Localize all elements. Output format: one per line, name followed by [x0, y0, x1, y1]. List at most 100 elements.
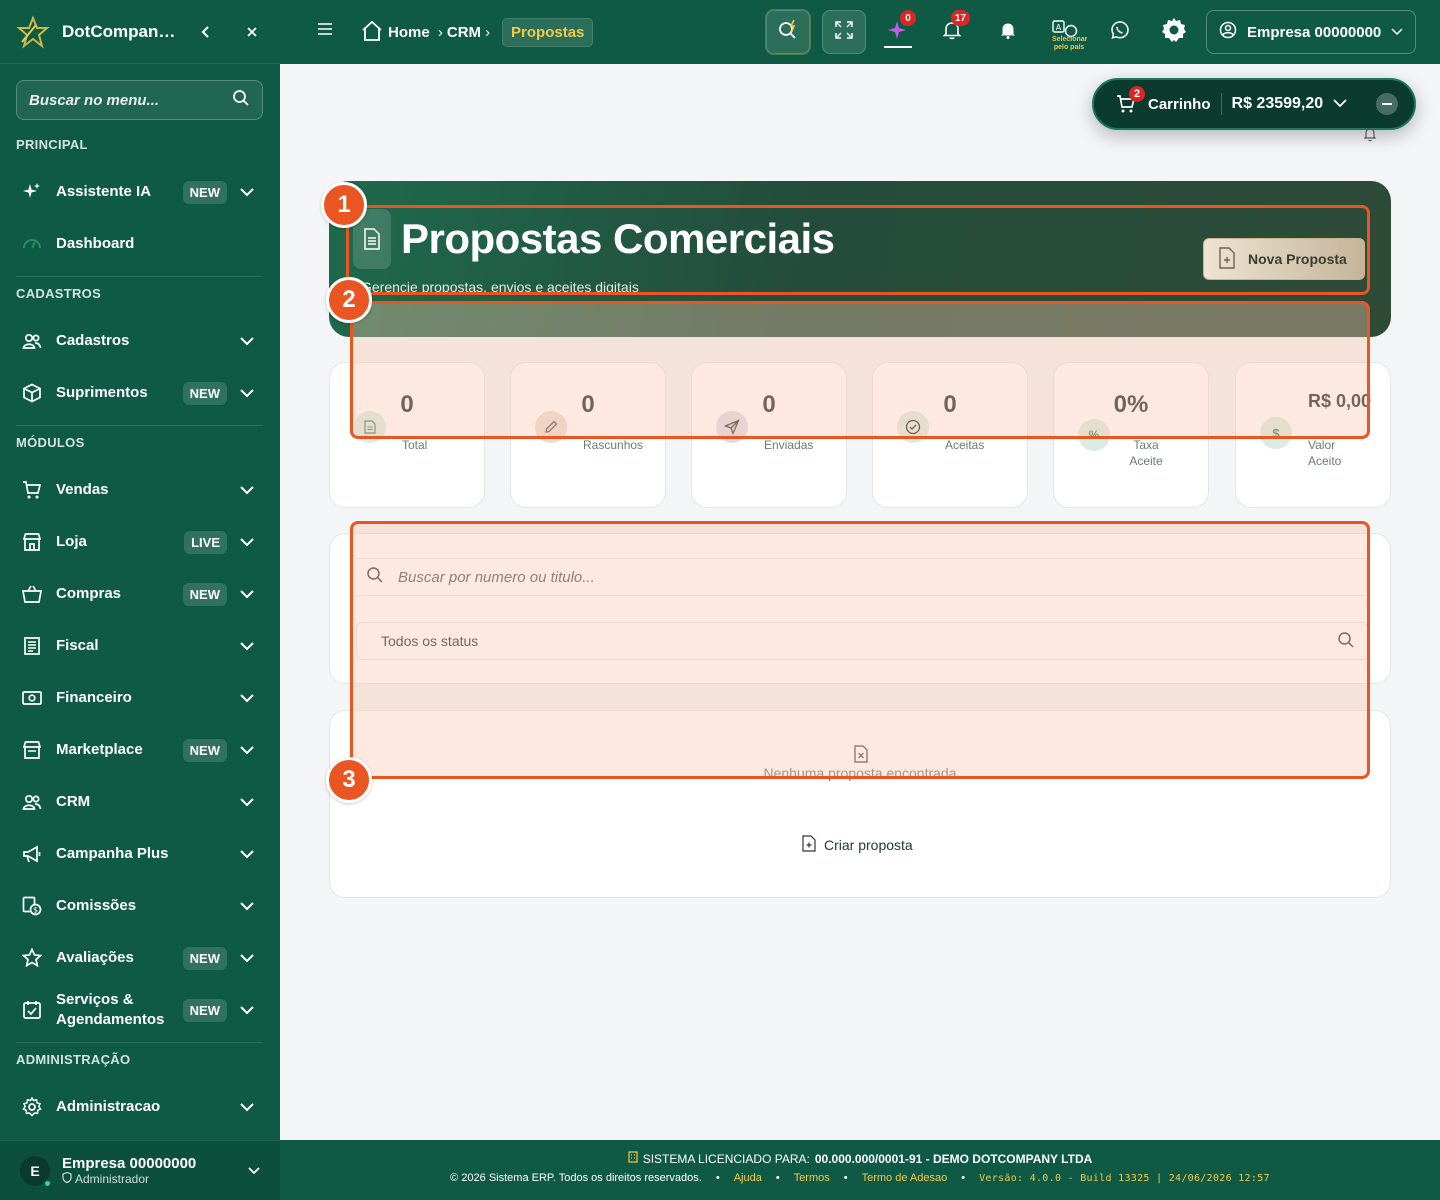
- chevron-down-icon[interactable]: [237, 896, 257, 916]
- page-subtitle: Gerencie propostas, envios e aceites dig…: [361, 279, 639, 295]
- receipt-icon: [22, 636, 42, 656]
- user-profile[interactable]: E Empresa 00000000 Administrador: [0, 1140, 280, 1200]
- fullscreen-button[interactable]: [822, 10, 866, 54]
- adhesion-terms-link[interactable]: Termo de Adesao: [862, 1172, 948, 1184]
- cart-widget[interactable]: 2 Carrinho R$ 23599,20: [1092, 78, 1416, 130]
- stat-card-total: 0 Total: [329, 362, 485, 508]
- cart-count-badge: 2: [1129, 86, 1145, 102]
- copyright: © 2026 Sistema ERP. Todos os direitos re…: [450, 1172, 702, 1184]
- chevron-down-icon[interactable]: [237, 948, 257, 968]
- bell-solid-icon: [999, 21, 1017, 44]
- sidebar-item-compras[interactable]: Compras NEW: [16, 572, 263, 616]
- sidebar-item-label: Vendas: [56, 481, 109, 498]
- chevron-down-icon[interactable]: [237, 792, 257, 812]
- divider: [16, 276, 263, 277]
- sidebar-item-dashboard[interactable]: Dashboard: [16, 222, 263, 266]
- quick-search-button[interactable]: [766, 10, 810, 54]
- alerts-button[interactable]: [986, 10, 1030, 54]
- sidebar-item-assistente-ia[interactable]: Assistente IA NEW: [16, 170, 263, 214]
- calendar-icon: [22, 1000, 42, 1020]
- version-info: Versão: 4.0.0 - Build 13325 | 24/06/2026…: [979, 1172, 1270, 1184]
- divider: [16, 1042, 263, 1043]
- proposal-search-input[interactable]: [398, 568, 1298, 586]
- sidebar-item-loja[interactable]: Loja LIVE: [16, 520, 263, 564]
- sidebar-item-label: Loja: [56, 533, 87, 550]
- breadcrumb-crm[interactable]: CRM: [447, 24, 481, 41]
- footer-links: © 2026 Sistema ERP. Todos os direitos re…: [280, 1172, 1440, 1184]
- chevron-down-icon[interactable]: [237, 480, 257, 500]
- sidebar-item-label: Fiscal: [56, 637, 99, 654]
- new-proposal-button[interactable]: Nova Proposta: [1203, 238, 1365, 280]
- dollar-icon: $: [1260, 417, 1292, 449]
- sparkle-icon: [22, 182, 42, 202]
- chevron-down-icon[interactable]: [237, 182, 257, 202]
- app-name: DotCompany ERP: [62, 21, 179, 41]
- chevron-down-icon[interactable]: [237, 331, 257, 351]
- chevron-down-icon[interactable]: [1333, 95, 1347, 113]
- notification-badge: 0: [900, 10, 916, 26]
- chevron-down-icon[interactable]: [237, 1097, 257, 1117]
- help-link[interactable]: Ajuda: [734, 1172, 762, 1184]
- star-logo-icon[interactable]: [16, 14, 50, 49]
- proposal-search[interactable]: [356, 558, 1368, 596]
- avatar[interactable]: E: [20, 1155, 52, 1188]
- hamburger-menu-icon[interactable]: [316, 21, 334, 42]
- sidebar-item-marketplace[interactable]: Marketplace NEW: [16, 728, 263, 772]
- send-icon: [716, 411, 748, 443]
- chevron-down-icon[interactable]: [237, 688, 257, 708]
- new-badge: NEW: [182, 582, 227, 606]
- company-selector[interactable]: Empresa 00000000: [1206, 10, 1416, 54]
- sidebar-search-input[interactable]: [29, 91, 219, 109]
- sidebar-item-financeiro[interactable]: Financeiro: [16, 676, 263, 720]
- shop-icon: [22, 740, 42, 760]
- stat-card-taxa-aceite: 0% % Taxa Aceite: [1053, 362, 1209, 508]
- sidebar-item-administracao[interactable]: Administracao: [16, 1085, 263, 1129]
- sidebar-item-suprimentos[interactable]: Suprimentos NEW: [16, 371, 263, 415]
- breadcrumb-home[interactable]: Home: [388, 24, 430, 41]
- translate-button[interactable]: A Selecionar pelo país: [1042, 10, 1087, 54]
- divider: [1220, 93, 1222, 115]
- search-icon[interactable]: [232, 89, 250, 112]
- bell-outline-icon[interactable]: [1363, 126, 1377, 147]
- gear-icon: [22, 1097, 42, 1117]
- chevron-down-icon[interactable]: [237, 740, 257, 760]
- minimize-cart-button[interactable]: [1376, 93, 1398, 115]
- active-underline: [884, 46, 912, 48]
- settings-button[interactable]: [1152, 10, 1196, 54]
- sidebar-item-campanha-plus[interactable]: Campanha Plus: [16, 832, 263, 876]
- create-proposal-link[interactable]: Criar proposta: [802, 835, 913, 855]
- cart-icon[interactable]: 2: [1116, 86, 1145, 114]
- ai-notifications-button[interactable]: 0: [876, 10, 920, 54]
- annotation-marker-3: 3: [326, 757, 372, 803]
- status-filter-select[interactable]: Todos os status: [356, 622, 1368, 660]
- terms-link[interactable]: Termos: [794, 1172, 830, 1184]
- cash-icon: [22, 688, 42, 708]
- close-icon[interactable]: [240, 20, 264, 44]
- search-icon: [1337, 631, 1355, 652]
- sidebar-item-vendas[interactable]: Vendas: [16, 468, 263, 512]
- home-icon[interactable]: [360, 19, 384, 47]
- whatsapp-button[interactable]: [1098, 10, 1142, 54]
- check-circle-icon: [897, 411, 929, 443]
- sidebar-item-comissoes[interactable]: $ Comissões: [16, 884, 263, 928]
- notifications-button[interactable]: 17: [930, 10, 974, 54]
- breadcrumb: Home › CRM › Propostas: [360, 18, 594, 47]
- sidebar-item-crm[interactable]: CRM: [16, 780, 263, 824]
- chevron-down-icon[interactable]: [237, 636, 257, 656]
- chevron-down-icon[interactable]: [237, 844, 257, 864]
- chevron-down-icon[interactable]: [237, 1000, 257, 1020]
- sidebar-item-avaliacoes[interactable]: Avaliações NEW: [16, 936, 263, 980]
- file-plus-icon: [802, 835, 816, 855]
- sidebar-item-servicos-agendamentos[interactable]: Serviços & Agendamentos NEW: [16, 988, 263, 1032]
- chevron-left-icon[interactable]: [195, 20, 219, 44]
- stat-value: 0%: [1113, 391, 1149, 418]
- chevron-down-icon[interactable]: [248, 1162, 260, 1180]
- chevron-down-icon[interactable]: [237, 584, 257, 604]
- chevron-down-icon[interactable]: [237, 532, 257, 552]
- stat-value: 0: [762, 391, 776, 418]
- sidebar-item-fiscal[interactable]: Fiscal: [16, 624, 263, 668]
- chevron-down-icon[interactable]: [237, 383, 257, 403]
- live-badge: LIVE: [184, 530, 227, 554]
- sidebar-search[interactable]: [16, 80, 263, 120]
- sidebar-item-cadastros[interactable]: Cadastros: [16, 319, 263, 363]
